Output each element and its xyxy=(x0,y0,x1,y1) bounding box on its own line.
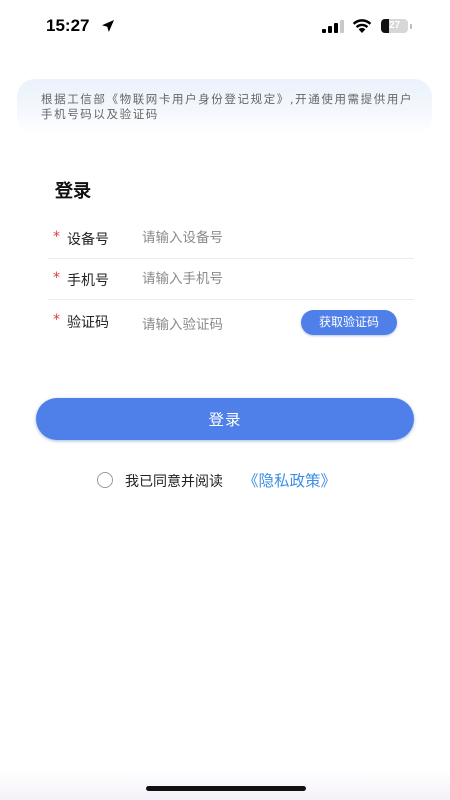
agree-radio[interactable] xyxy=(97,472,113,488)
battery-level: 27 xyxy=(388,20,401,31)
verification-code-label: 验证码 xyxy=(67,315,109,331)
registration-notice: 根据工信部《物联网卡用户身份登记规定》,开通使用需提供用户手机号码以及验证码 xyxy=(17,79,432,135)
required-mark: * xyxy=(53,229,60,245)
bottom-area xyxy=(0,770,450,800)
phone-number-label: 手机号 xyxy=(67,273,109,289)
agree-text: 我已同意并阅读 xyxy=(125,474,223,490)
privacy-policy-link[interactable]: 《隐私政策》 xyxy=(243,469,336,491)
verification-code-input[interactable] xyxy=(142,313,292,337)
home-indicator xyxy=(146,786,306,791)
login-button[interactable]: 登录 xyxy=(36,398,414,440)
required-mark: * xyxy=(53,270,60,286)
status-bar: 15:27 27 xyxy=(0,0,450,52)
phone-number-input[interactable] xyxy=(142,267,292,291)
notice-text: 根据工信部《物联网卡用户身份登记规定》,开通使用需提供用户手机号码以及验证码 xyxy=(41,92,414,121)
wifi-icon xyxy=(352,19,372,33)
required-mark: * xyxy=(53,312,60,328)
verification-code-row: * 验证码 获取验证码 xyxy=(48,300,414,346)
battery-icon: 27 xyxy=(381,19,408,33)
status-time: 15:27 xyxy=(46,16,90,35)
location-arrow-icon xyxy=(102,20,114,32)
device-number-row: * 设备号 xyxy=(48,217,414,259)
get-code-button[interactable]: 获取验证码 xyxy=(301,310,397,335)
privacy-agreement: 我已同意并阅读 《隐私政策》 xyxy=(0,469,450,491)
device-number-input[interactable] xyxy=(142,226,292,250)
login-title: 登录 xyxy=(55,181,91,202)
device-number-label: 设备号 xyxy=(67,232,109,248)
cellular-signal-icon xyxy=(322,20,344,33)
battery-cap xyxy=(410,24,412,29)
phone-number-row: * 手机号 xyxy=(48,258,414,300)
